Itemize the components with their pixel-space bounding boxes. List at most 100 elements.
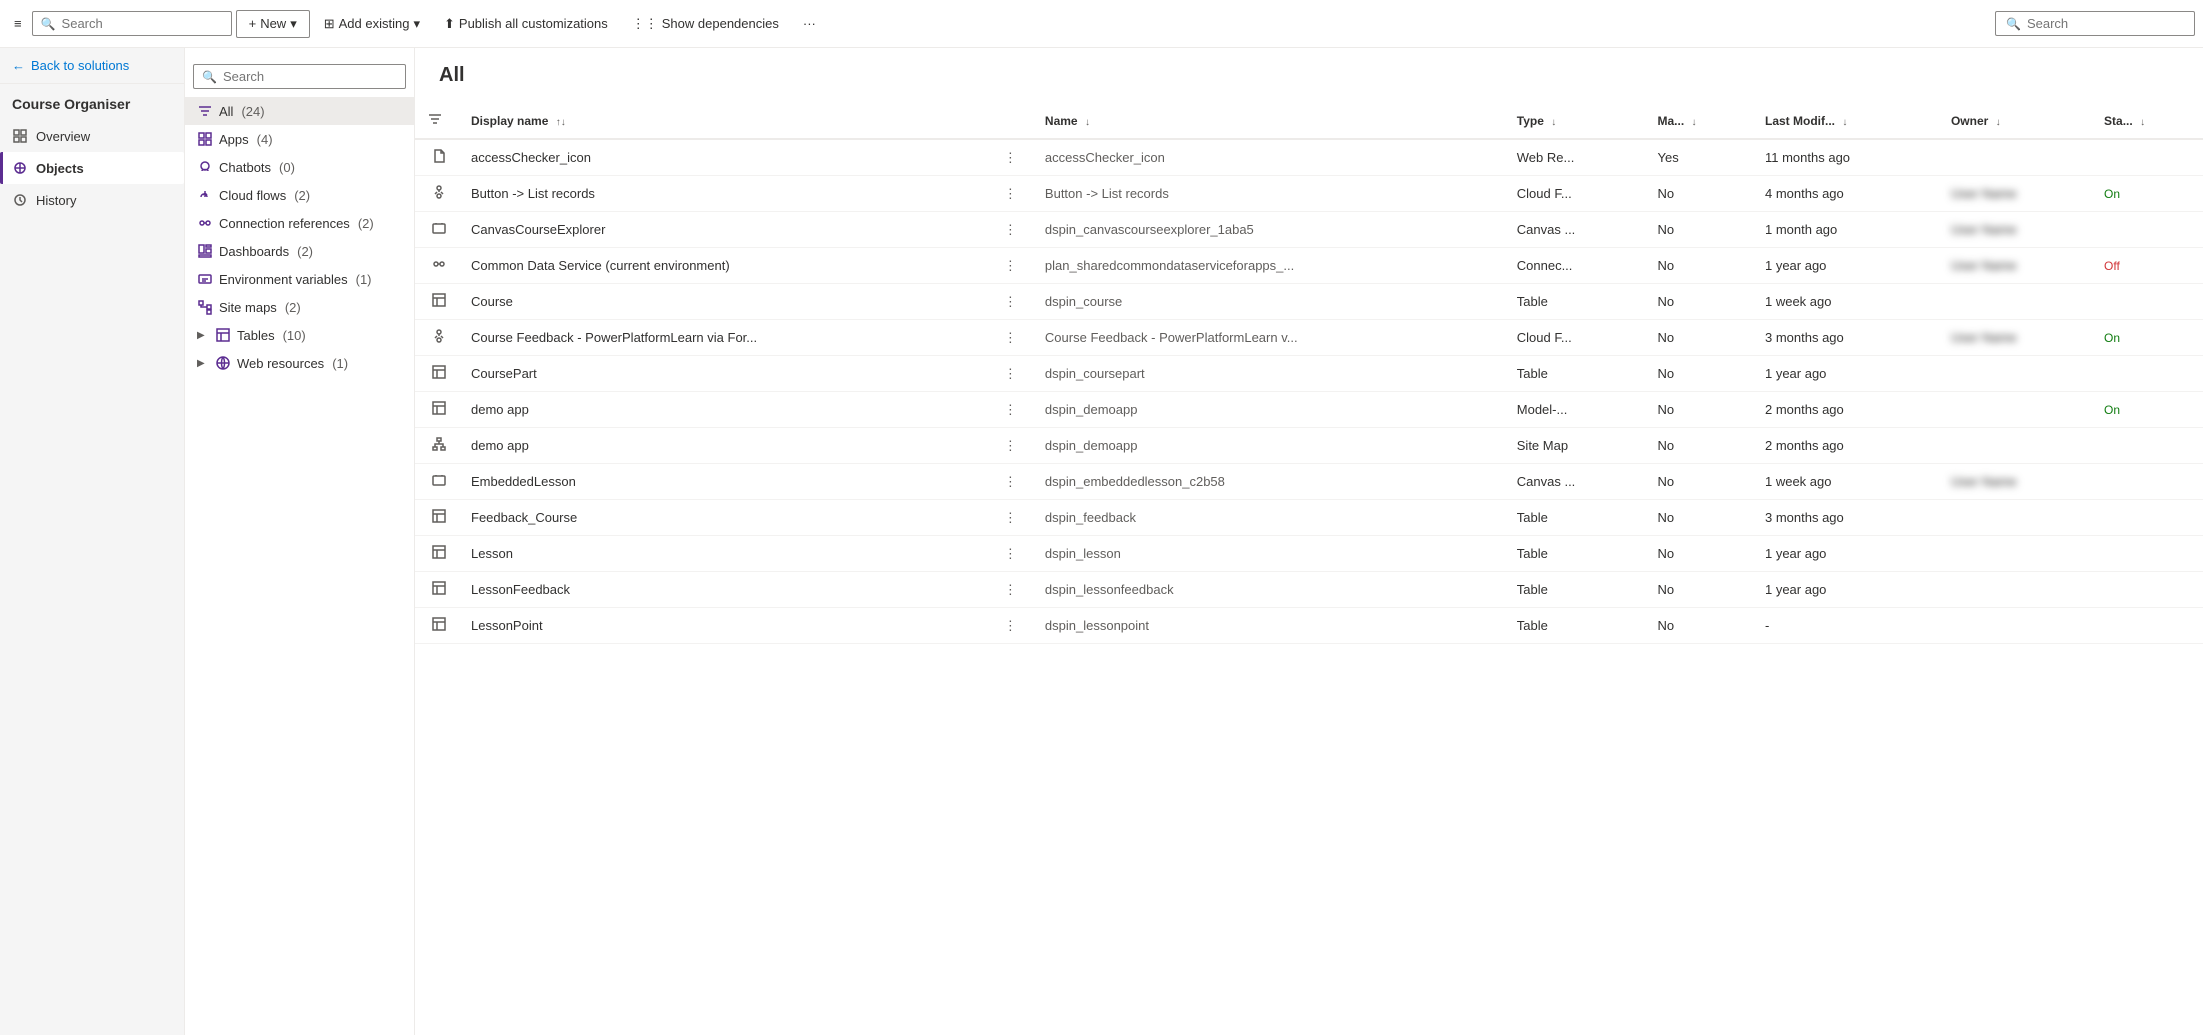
table-row[interactable]: accessChecker_icon ⋮ accessChecker_icon … (415, 139, 2203, 176)
new-button[interactable]: + New ▾ (236, 10, 310, 38)
row-display-name[interactable]: Lesson (459, 536, 988, 572)
row-status (2092, 536, 2203, 572)
row-menu-button[interactable]: ⋮ (988, 139, 1033, 176)
top-search-input[interactable] (62, 16, 223, 31)
filter-chatbots[interactable]: Chatbots (0) (185, 153, 414, 181)
filter-cloud-flows[interactable]: Cloud flows (2) (185, 181, 414, 209)
sort-owner-icon[interactable]: ↓ (1996, 117, 2001, 128)
col-name-label: Name (1045, 114, 1078, 128)
row-menu-button[interactable]: ⋮ (988, 608, 1033, 644)
col-status-header[interactable]: Sta... ↓ (2092, 103, 2203, 139)
table-row[interactable]: demo app ⋮ dspin_demoapp Model-... No 2 … (415, 392, 2203, 428)
row-menu-button[interactable]: ⋮ (988, 536, 1033, 572)
row-display-name[interactable]: CanvasCourseExplorer (459, 212, 988, 248)
sort-display-name-icon[interactable]: ↑↓ (556, 117, 566, 128)
sort-last-modified-icon[interactable]: ↓ (1842, 117, 1847, 128)
hamburger-button[interactable]: ≡ (8, 10, 28, 37)
row-name: dspin_embeddedlesson_c2b58 (1033, 464, 1505, 500)
col-last-modified-header[interactable]: Last Modif... ↓ (1753, 103, 1939, 139)
sort-type-icon[interactable]: ↓ (1551, 117, 1556, 128)
row-name: dspin_lessonfeedback (1033, 572, 1505, 608)
col-managed-label: Ma... (1658, 114, 1685, 128)
row-display-name[interactable]: EmbeddedLesson (459, 464, 988, 500)
row-display-name[interactable]: Button -> List records (459, 176, 988, 212)
row-menu-button[interactable]: ⋮ (988, 428, 1033, 464)
row-menu-button[interactable]: ⋮ (988, 500, 1033, 536)
filter-tables[interactable]: ▶ Tables (10) (185, 321, 414, 349)
filter-web-resources[interactable]: ▶ Web resources (1) (185, 349, 414, 377)
back-arrow-icon: ← (12, 58, 25, 73)
table-row[interactable]: Feedback_Course ⋮ dspin_feedback Table N… (415, 500, 2203, 536)
table-row[interactable]: demo app ⋮ dspin_demoapp Site Map No 2 m… (415, 428, 2203, 464)
row-menu-button[interactable]: ⋮ (988, 572, 1033, 608)
sort-name-icon[interactable]: ↓ (1085, 117, 1090, 128)
filter-all[interactable]: All (24) (185, 97, 414, 125)
publish-button[interactable]: ⬆ Publish all customizations (434, 11, 618, 37)
sidebar-item-overview[interactable]: Overview (0, 120, 184, 152)
table-row[interactable]: LessonFeedback ⋮ dspin_lessonfeedback Ta… (415, 572, 2203, 608)
filter-dashboards[interactable]: Dashboards (2) (185, 237, 414, 265)
table-row[interactable]: Lesson ⋮ dspin_lesson Table No 1 year ag… (415, 536, 2203, 572)
row-last-modified: 2 months ago (1753, 392, 1939, 428)
row-menu-button[interactable]: ⋮ (988, 356, 1033, 392)
row-display-name[interactable]: accessChecker_icon (459, 139, 988, 176)
right-search-input[interactable] (2027, 16, 2167, 31)
row-owner (1939, 500, 2092, 536)
row-display-name[interactable]: demo app (459, 428, 988, 464)
row-display-name[interactable]: CoursePart (459, 356, 988, 392)
add-existing-button[interactable]: ⊞ Add existing ▾ (314, 11, 430, 37)
row-type: Model-... (1505, 392, 1646, 428)
table-row[interactable]: Course Feedback - PowerPlatformLearn via… (415, 320, 2203, 356)
row-menu-button[interactable]: ⋮ (988, 176, 1033, 212)
sort-status-icon[interactable]: ↓ (2140, 117, 2145, 128)
left-nav: ← Back to solutions Course Organiser Ove… (0, 48, 185, 1035)
filter-connection-refs[interactable]: Connection references (2) (185, 209, 414, 237)
show-dependencies-button[interactable]: ⋮⋮ Show dependencies (622, 11, 789, 37)
sidebar-item-history[interactable]: History (0, 184, 184, 216)
dashboards-label: Dashboards (219, 244, 289, 259)
row-display-name[interactable]: Course Feedback - PowerPlatformLearn via… (459, 320, 988, 356)
col-display-name-header[interactable]: Display name ↑↓ (459, 103, 988, 139)
row-type-icon (415, 536, 459, 572)
connection-refs-count: (2) (358, 216, 374, 231)
panel-search[interactable]: 🔍 (193, 64, 406, 89)
add-existing-chevron-icon: ▾ (413, 16, 420, 32)
col-managed-header[interactable]: Ma... ↓ (1646, 103, 1753, 139)
row-managed: No (1646, 536, 1753, 572)
row-display-name[interactable]: LessonFeedback (459, 572, 988, 608)
row-display-name[interactable]: LessonPoint (459, 608, 988, 644)
row-managed: No (1646, 428, 1753, 464)
table-row[interactable]: CoursePart ⋮ dspin_coursepart Table No 1… (415, 356, 2203, 392)
row-display-name[interactable]: Course (459, 284, 988, 320)
filter-env-vars[interactable]: Environment variables (1) (185, 265, 414, 293)
row-menu-button[interactable]: ⋮ (988, 212, 1033, 248)
col-name-header[interactable]: Name ↓ (1033, 103, 1505, 139)
sidebar-item-objects[interactable]: Objects (0, 152, 184, 184)
row-display-name[interactable]: Common Data Service (current environment… (459, 248, 988, 284)
col-owner-header[interactable]: Owner ↓ (1939, 103, 2092, 139)
col-type-header[interactable]: Type ↓ (1505, 103, 1646, 139)
more-actions-button[interactable]: ··· (793, 11, 826, 36)
row-menu-button[interactable]: ⋮ (988, 284, 1033, 320)
row-type-icon (415, 284, 459, 320)
row-display-name[interactable]: Feedback_Course (459, 500, 988, 536)
row-menu-button[interactable]: ⋮ (988, 248, 1033, 284)
row-managed: No (1646, 176, 1753, 212)
row-menu-button[interactable]: ⋮ (988, 392, 1033, 428)
right-search-box[interactable]: 🔍 (1995, 11, 2195, 36)
table-row[interactable]: LessonPoint ⋮ dspin_lessonpoint Table No… (415, 608, 2203, 644)
panel-search-input[interactable] (223, 69, 397, 84)
table-row[interactable]: EmbeddedLesson ⋮ dspin_embeddedlesson_c2… (415, 464, 2203, 500)
table-row[interactable]: Course ⋮ dspin_course Table No 1 week ag… (415, 284, 2203, 320)
sort-managed-icon[interactable]: ↓ (1692, 117, 1697, 128)
row-menu-button[interactable]: ⋮ (988, 464, 1033, 500)
row-menu-button[interactable]: ⋮ (988, 320, 1033, 356)
filter-apps[interactable]: Apps (4) (185, 125, 414, 153)
table-row[interactable]: Common Data Service (current environment… (415, 248, 2203, 284)
row-display-name[interactable]: demo app (459, 392, 988, 428)
filter-site-maps[interactable]: Site maps (2) (185, 293, 414, 321)
table-row[interactable]: CanvasCourseExplorer ⋮ dspin_canvascours… (415, 212, 2203, 248)
table-row[interactable]: Button -> List records ⋮ Button -> List … (415, 176, 2203, 212)
top-search-box[interactable]: 🔍 (32, 11, 232, 36)
back-to-solutions-link[interactable]: ← Back to solutions (0, 48, 184, 84)
